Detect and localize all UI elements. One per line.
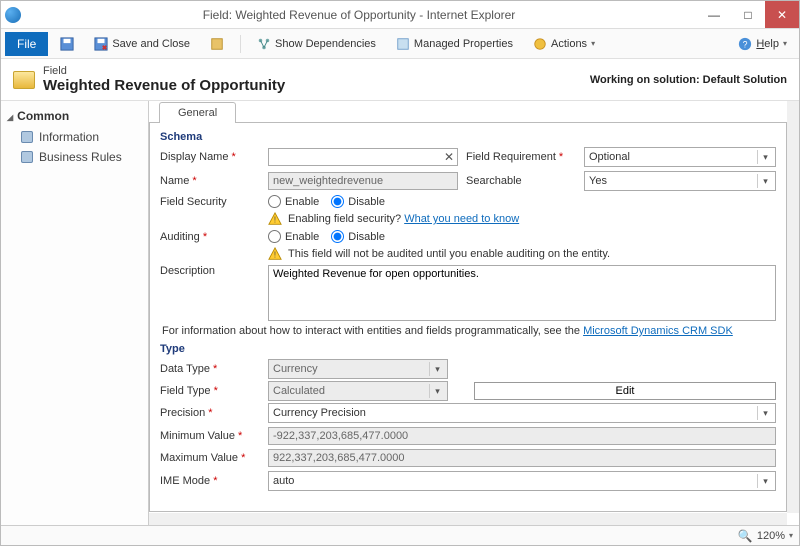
chevron-down-icon[interactable]: ▾ [789, 531, 793, 540]
field-type-label: Field Type [160, 385, 260, 397]
save-icon [60, 37, 74, 51]
save-and-close-button[interactable]: Save and Close [86, 34, 198, 54]
folder-icon [13, 71, 35, 89]
minimum-value-input[interactable] [268, 427, 776, 445]
searchable-select[interactable]: Yes [584, 171, 776, 191]
auditing-label: Auditing [160, 231, 260, 243]
help-button[interactable]: ? Help ▾ [730, 34, 795, 54]
maximum-value-label: Maximum Value [160, 452, 260, 464]
managed-props-label: Managed Properties [414, 38, 513, 50]
precision-select[interactable]: Currency Precision [268, 403, 776, 423]
actions-menu[interactable]: Actions ▾ [525, 34, 603, 54]
auditing-disable[interactable]: Disable [331, 230, 385, 243]
svg-text:!: ! [274, 251, 276, 260]
window-title: Field: Weighted Revenue of Opportunity -… [21, 8, 697, 22]
precision-label: Precision [160, 407, 260, 419]
vertical-scrollbar[interactable] [787, 101, 799, 513]
sidebar-group-common[interactable]: Common [7, 109, 142, 123]
file-menu[interactable]: File [5, 32, 48, 56]
sidebar-item-business-rules[interactable]: Business Rules [7, 147, 142, 167]
help-icon: ? [738, 37, 752, 51]
sdk-info: For information about how to interact wi… [162, 325, 776, 337]
rules-icon [21, 151, 33, 163]
zoom-level: 120% [757, 530, 785, 542]
ie-icon [5, 7, 21, 23]
field-security-label: Field Security [160, 196, 260, 208]
chevron-down-icon [757, 174, 773, 188]
save-close-label: Save and Close [112, 38, 190, 50]
page-title: Weighted Revenue of Opportunity [43, 77, 285, 94]
sidebar-item-information[interactable]: Information [7, 127, 142, 147]
managed-props-icon [396, 37, 410, 51]
close-button[interactable]: ✕ [765, 1, 799, 28]
sidebar-item-label: Business Rules [39, 150, 122, 164]
minimum-value-label: Minimum Value [160, 430, 260, 442]
description-textarea[interactable] [268, 265, 776, 321]
status-bar: 🔍 120% ▾ [1, 525, 799, 545]
show-dependencies-button[interactable]: Show Dependencies [249, 34, 384, 54]
field-type-select[interactable]: Calculated [268, 381, 448, 401]
clear-icon[interactable]: ✕ [444, 150, 454, 164]
zoom-icon[interactable]: 🔍 [738, 529, 753, 543]
toolbar-icon-button[interactable] [202, 34, 232, 54]
chevron-down-icon [429, 384, 445, 398]
warning-icon: ! [268, 212, 282, 226]
chevron-down-icon: ▾ [783, 39, 787, 48]
auditing-enable[interactable]: Enable [268, 230, 319, 243]
svg-text:?: ? [743, 39, 748, 49]
svg-text:!: ! [274, 216, 276, 225]
actions-icon [533, 37, 547, 51]
chevron-down-icon [757, 406, 773, 420]
edit-button[interactable]: Edit [474, 382, 776, 400]
show-deps-label: Show Dependencies [275, 38, 376, 50]
ime-mode-select[interactable]: auto [268, 471, 776, 491]
page-header: Field Weighted Revenue of Opportunity Wo… [1, 59, 799, 101]
name-label: Name [160, 175, 260, 187]
title-bar: Field: Weighted Revenue of Opportunity -… [1, 1, 799, 29]
field-security-enable[interactable]: Enable [268, 195, 319, 208]
section-schema: Schema [160, 131, 776, 143]
name-input[interactable] [268, 172, 458, 190]
field-security-disable[interactable]: Disable [331, 195, 385, 208]
dependencies-icon [257, 37, 271, 51]
warning-icon: ! [268, 247, 282, 261]
chevron-down-icon [757, 150, 773, 164]
field-requirement-label: Field Requirement [466, 151, 576, 163]
maximize-button[interactable]: □ [731, 1, 765, 28]
actions-label: Actions [551, 38, 587, 50]
entity-type: Field [43, 65, 285, 77]
chevron-down-icon: ▾ [591, 39, 595, 48]
minimize-button[interactable]: — [697, 1, 731, 28]
section-type: Type [160, 343, 776, 355]
description-label: Description [160, 265, 260, 277]
information-icon [21, 131, 33, 143]
audit-warning-text: This field will not be audited until you… [288, 248, 610, 260]
field-requirement-select[interactable]: Optional [584, 147, 776, 167]
sidebar-item-label: Information [39, 130, 99, 144]
data-type-select[interactable]: Currency [268, 359, 448, 379]
properties-icon [210, 37, 224, 51]
security-warning-link[interactable]: What you need to know [404, 213, 519, 225]
help-label: Help [756, 38, 779, 50]
save-button[interactable] [52, 34, 82, 54]
security-warning-text: Enabling field security? What you need t… [288, 213, 519, 225]
managed-properties-button[interactable]: Managed Properties [388, 34, 521, 54]
crm-sdk-link[interactable]: Microsoft Dynamics CRM SDK [583, 325, 733, 337]
searchable-label: Searchable [466, 175, 576, 187]
display-name-label: Display Name [160, 151, 260, 163]
chevron-down-icon [757, 474, 773, 488]
ime-mode-label: IME Mode [160, 475, 260, 487]
tab-general[interactable]: General [159, 102, 236, 123]
display-name-input[interactable] [268, 148, 458, 166]
solution-indicator: Working on solution: Default Solution [590, 74, 787, 86]
sidebar: Common Information Business Rules [1, 101, 149, 525]
chevron-down-icon [429, 362, 445, 376]
toolbar: File Save and Close Show Dependencies Ma… [1, 29, 799, 59]
horizontal-scrollbar[interactable] [149, 513, 787, 525]
maximum-value-input[interactable] [268, 449, 776, 467]
data-type-label: Data Type [160, 363, 260, 375]
toolbar-separator [240, 35, 241, 53]
save-close-icon [94, 37, 108, 51]
